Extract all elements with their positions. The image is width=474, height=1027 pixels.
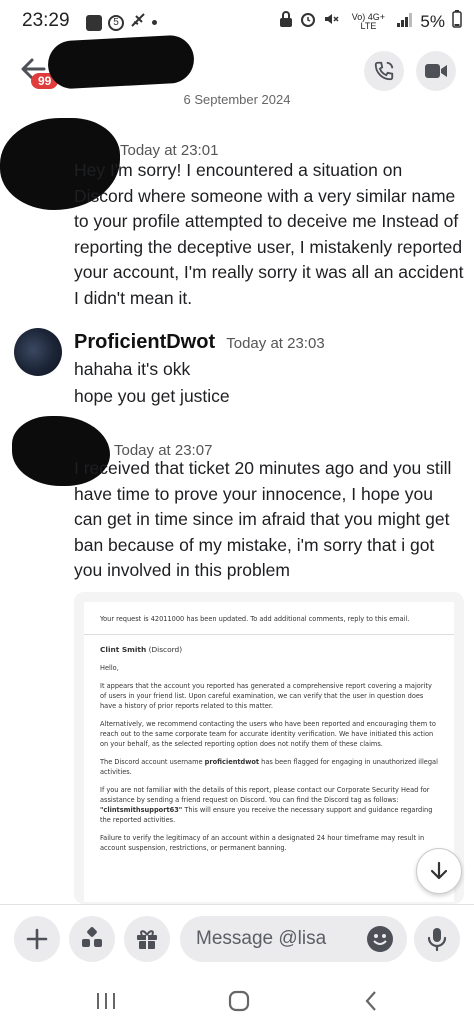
lock-icon [279, 11, 293, 32]
email-sender: Clint Smith [100, 645, 147, 654]
signal-icon [397, 12, 413, 32]
home-button[interactable] [228, 990, 250, 1017]
back-nav-button[interactable] [364, 990, 378, 1017]
dm-header: 99 [0, 34, 474, 96]
message-input-placeholder: Message @lisa [196, 928, 327, 949]
message-text: hahaha it's okk [74, 359, 191, 379]
voice-call-button[interactable] [364, 51, 404, 91]
add-attachment-button[interactable] [14, 916, 60, 962]
alarm-icon [300, 11, 316, 32]
email-update-notice: Your request is 42011000 has been update… [100, 615, 410, 623]
chevron-down-icon [430, 861, 448, 880]
discord-tag: "clintsmithsupport63" [100, 806, 183, 814]
message-text: I received that ticket 20 minutes ago an… [74, 458, 452, 580]
email-paragraph: It appears that the account you reported… [100, 682, 432, 710]
email-paragraph: Alternatively, we recommend contacting t… [100, 720, 436, 748]
message-group: Today at 23:07 I received that ticket 20… [0, 410, 474, 590]
date-separator: 6 September 2024 [183, 92, 291, 107]
network-label: Vo) 4G+ LTE [351, 11, 386, 31]
battery-level: 5% [420, 11, 445, 31]
battery-icon [452, 10, 462, 33]
image-attachment[interactable]: Your request is 42011000 has been update… [74, 592, 464, 904]
status-bar: 23:29 5 Vo) 4G+ LTE 5% [0, 0, 474, 44]
avatar[interactable] [14, 328, 62, 376]
dot-icon [152, 20, 157, 25]
message-group: Today at 23:01 Hey I'm sorry! I encounte… [0, 110, 474, 310]
recent-apps-icon [97, 993, 115, 1009]
voice-message-button[interactable] [414, 916, 460, 962]
email-paragraph: If you are not familiar with the details… [100, 786, 433, 824]
emoji-icon[interactable] [367, 926, 393, 952]
system-nav-bar [0, 976, 474, 1027]
microphone-icon [427, 928, 447, 951]
gift-icon [137, 930, 157, 949]
home-icon [228, 990, 250, 1012]
redacted-username [46, 34, 196, 90]
flagged-username: proficientdwot [204, 758, 260, 766]
phone-icon [374, 61, 394, 81]
message-group: ProficientDwot Today at 23:03 hahaha it'… [0, 326, 474, 416]
email-sender-org: (Discord) [148, 645, 183, 654]
video-camera-icon [425, 64, 447, 78]
mute-icon [323, 11, 339, 32]
email-paragraph: The Discord account username proficientd… [100, 758, 438, 776]
notification-count-icon: 5 [108, 14, 124, 31]
message-composer: Message @lisa [0, 904, 474, 977]
airplane-icon [130, 12, 146, 33]
recent-apps-button[interactable] [94, 991, 118, 1016]
apps-button[interactable] [69, 916, 115, 962]
email-greeting: Hello, [100, 664, 119, 672]
message-timestamp: Today at 23:01 [120, 142, 219, 159]
message-text: Hey I'm sorry! I encountered a situation… [74, 160, 464, 308]
author-name[interactable]: ProficientDwot [74, 331, 215, 353]
gift-button[interactable] [124, 916, 170, 962]
plus-icon [26, 928, 48, 950]
video-call-button[interactable] [416, 51, 456, 91]
email-screenshot: Your request is 42011000 has been update… [84, 602, 454, 902]
status-time: 23:29 [22, 10, 70, 31]
message-timestamp: Today at 23:03 [226, 335, 325, 352]
chevron-left-icon [365, 991, 376, 1011]
notification-icon [86, 14, 102, 31]
message-text: hope you get justice [74, 386, 230, 406]
email-paragraph: Failure to verify the legitimacy of an a… [100, 834, 425, 852]
message-author[interactable]: ProficientDwot Today at 23:03 [74, 331, 325, 354]
jump-to-bottom-button[interactable] [416, 848, 462, 894]
email-divider [84, 634, 454, 635]
apps-icon [82, 927, 102, 947]
